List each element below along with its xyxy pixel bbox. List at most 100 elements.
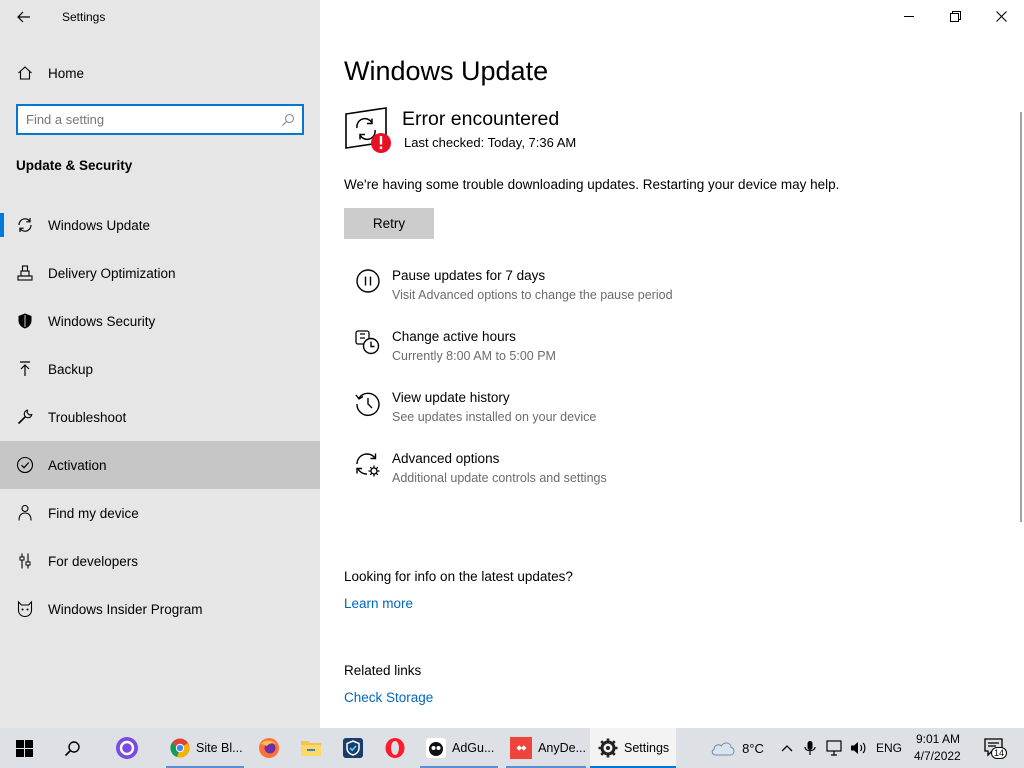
taskbar-app-adguard[interactable]: AdGu...	[420, 728, 498, 768]
search-input[interactable]	[26, 111, 276, 128]
language-indicator[interactable]: ENG	[876, 741, 902, 755]
clock-time[interactable]: 9:01 AM	[916, 732, 960, 746]
last-checked-text: Last checked: Today, 7:36 AM	[404, 135, 577, 150]
status-title: Error encountered	[402, 108, 560, 130]
sidebar-item-backup[interactable]: Backup	[0, 345, 320, 393]
app-title: Settings	[62, 10, 106, 24]
main-content: Windows Update Error encountered Last ch…	[320, 0, 1024, 728]
windows-logo-icon	[15, 739, 33, 757]
option-view-update-history[interactable]: View update history See updates installe…	[344, 390, 794, 436]
weather-widget[interactable]: 8°C	[706, 728, 768, 768]
option-title: View update history	[392, 390, 510, 405]
sidebar-item-label: Troubleshoot	[48, 409, 127, 425]
sidebar-item-windows-update[interactable]: Windows Update	[0, 201, 320, 249]
microphone-icon	[804, 741, 816, 755]
taskbar-app-file-explorer[interactable]	[294, 728, 328, 768]
taskbar-app-label: AdGu...	[452, 741, 495, 755]
sidebar-item-label: Delivery Optimization	[48, 265, 176, 281]
taskbar-search-button[interactable]	[48, 728, 96, 768]
cloud-icon	[711, 742, 735, 756]
microphone-tray-button[interactable]	[800, 728, 820, 768]
taskbar-app-opera[interactable]	[378, 728, 412, 768]
sidebar-item-delivery-optimization[interactable]: Delivery Optimization	[0, 249, 320, 297]
option-subtitle: See updates installed on your device	[392, 410, 597, 424]
sidebar-item-activation[interactable]: Activation	[0, 441, 320, 489]
update-error-icon	[345, 107, 391, 153]
adguard-icon	[426, 738, 446, 758]
search-field[interactable]	[16, 104, 304, 135]
learn-more-link[interactable]: Learn more	[344, 596, 413, 611]
action-center-button[interactable]: 14	[980, 728, 1010, 768]
delivery-optimization-icon	[16, 264, 34, 282]
taskbar-app-label: Site Bl...	[196, 741, 243, 755]
option-subtitle: Currently 8:00 AM to 5:00 PM	[392, 349, 556, 363]
volume-tray-button[interactable]	[848, 728, 870, 768]
sync-icon	[16, 216, 34, 234]
info-question: Looking for info on the latest updates?	[344, 569, 573, 584]
insider-cat-icon	[16, 600, 34, 618]
taskbar-app-settings[interactable]: Settings	[590, 728, 676, 768]
restore-button[interactable]	[932, 0, 978, 32]
show-hidden-icons-button[interactable]	[778, 728, 796, 768]
restore-icon	[949, 10, 961, 22]
taskbar-app-anydesk[interactable]: AnyDe...	[506, 728, 586, 768]
sidebar-item-label: Find my device	[48, 505, 139, 521]
retry-button[interactable]: Retry	[344, 208, 434, 239]
sidebar-item-label: Windows Update	[48, 217, 151, 233]
cortana-button[interactable]	[104, 728, 150, 768]
sidebar-item-label: For developers	[48, 553, 139, 569]
sidebar-item-windows-insider-program[interactable]: Windows Insider Program	[0, 585, 320, 633]
weather-temp: 8°C	[742, 740, 764, 756]
option-subtitle: Visit Advanced options to change the pau…	[392, 288, 673, 302]
search-icon[interactable]	[281, 113, 295, 127]
check-storage-link[interactable]: Check Storage	[344, 690, 433, 705]
pause-circle-icon	[356, 269, 380, 293]
chevron-up-icon	[781, 745, 793, 752]
advanced-sync-gear-icon	[356, 453, 380, 477]
network-tray-button[interactable]	[824, 728, 846, 768]
check-circle-icon	[16, 456, 34, 474]
option-title: Pause updates for 7 days	[392, 268, 546, 283]
chrome-icon	[170, 738, 190, 758]
sidebar-item-label: Activation	[48, 457, 107, 473]
taskbar-app-shield[interactable]	[336, 728, 370, 768]
cortana-icon	[116, 737, 138, 759]
close-button[interactable]	[978, 0, 1024, 32]
active-hours-clock-icon	[355, 330, 380, 355]
taskbar-app-label: Settings	[624, 741, 670, 755]
page-title: Windows Update	[344, 56, 549, 86]
related-links-heading: Related links	[344, 663, 422, 678]
taskbar-app-label: AnyDe...	[538, 741, 586, 755]
home-icon	[16, 64, 34, 82]
option-advanced-options[interactable]: Advanced options Additional update contr…	[344, 451, 794, 497]
sidebar-item-troubleshoot[interactable]: Troubleshoot	[0, 393, 320, 441]
sidebar-item-label: Windows Security	[48, 313, 156, 329]
minimize-button[interactable]	[886, 0, 932, 32]
taskbar-app-firefox[interactable]	[252, 728, 286, 768]
developer-sliders-icon	[16, 552, 34, 570]
option-pause-updates[interactable]: Pause updates for 7 days Visit Advanced …	[344, 268, 794, 314]
search-icon	[64, 740, 80, 756]
option-change-active-hours[interactable]: Change active hours Currently 8:00 AM to…	[344, 329, 794, 375]
taskbar-app-chrome[interactable]: Site Bl...	[166, 728, 244, 768]
wrench-icon	[16, 408, 34, 426]
home-label: Home	[48, 65, 85, 81]
back-button[interactable]	[8, 4, 40, 30]
sidebar-item-label: Backup	[48, 361, 94, 377]
sidebar-item-windows-security[interactable]: Windows Security	[0, 297, 320, 345]
option-subtitle: Additional update controls and settings	[392, 471, 607, 485]
clock-date[interactable]: 4/7/2022	[914, 749, 961, 763]
speaker-icon	[851, 742, 866, 754]
minimize-icon	[904, 16, 914, 17]
start-button[interactable]	[0, 728, 48, 768]
error-message: We're having some trouble downloading up…	[344, 177, 840, 192]
sidebar-item-find-my-device[interactable]: Find my device	[0, 489, 320, 537]
backup-arrow-icon	[16, 360, 34, 378]
sidebar-item-for-developers[interactable]: For developers	[0, 537, 320, 585]
firefox-icon	[259, 738, 279, 758]
scrollbar[interactable]	[1020, 112, 1022, 522]
settings-gear-icon	[598, 738, 618, 758]
sidebar-home[interactable]: Home	[0, 59, 320, 87]
option-title: Advanced options	[392, 451, 500, 466]
shield-app-icon	[343, 738, 363, 758]
